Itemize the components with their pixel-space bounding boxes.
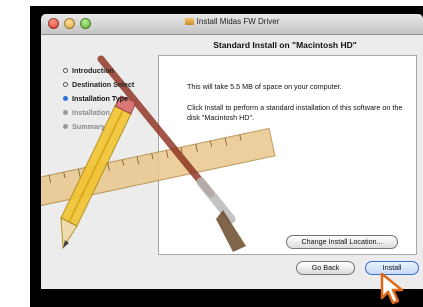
space-required-text: This will take 5.5 MB of space on your c… <box>187 82 342 91</box>
step-introduction: Introduction <box>63 66 134 80</box>
step-installation-type: Installation Type <box>63 94 134 108</box>
change-install-location-button[interactable]: Change Install Location... <box>286 235 398 249</box>
install-instructions-text: Click Install to perform a standard inst… <box>187 103 403 122</box>
step-bullet-icon <box>63 96 68 101</box>
step-destination-select: Destination Select <box>63 80 134 94</box>
title-bar[interactable]: Install Midas FW Driver <box>41 14 423 35</box>
installer-steps-list: Introduction Destination Select Installa… <box>63 66 134 136</box>
go-back-button[interactable]: Go Back <box>296 261 355 275</box>
pane-title: Standard Install on "Macintosh HD" <box>213 40 357 50</box>
step-bullet-icon <box>63 124 68 129</box>
step-bullet-icon <box>63 110 68 115</box>
content-panel: This will take 5.5 MB of space on your c… <box>158 55 417 255</box>
package-icon <box>184 18 194 25</box>
step-label: Summary <box>72 122 105 131</box>
step-summary: Summary <box>63 122 134 136</box>
window-title: Install Midas FW Driver <box>196 17 280 26</box>
mouse-pointer-icon <box>380 272 404 305</box>
step-label: Introduction <box>72 66 114 75</box>
step-label: Installation Type <box>72 94 129 103</box>
installer-window: Install Midas FW Driver Standard Install… <box>41 14 423 289</box>
step-label: Destination Select <box>72 80 135 89</box>
step-installation: Installation <box>63 108 134 122</box>
step-bullet-icon <box>63 68 68 73</box>
step-bullet-icon <box>63 82 68 87</box>
step-label: Installation <box>72 108 110 117</box>
window-title-area: Install Midas FW Driver <box>41 17 423 26</box>
